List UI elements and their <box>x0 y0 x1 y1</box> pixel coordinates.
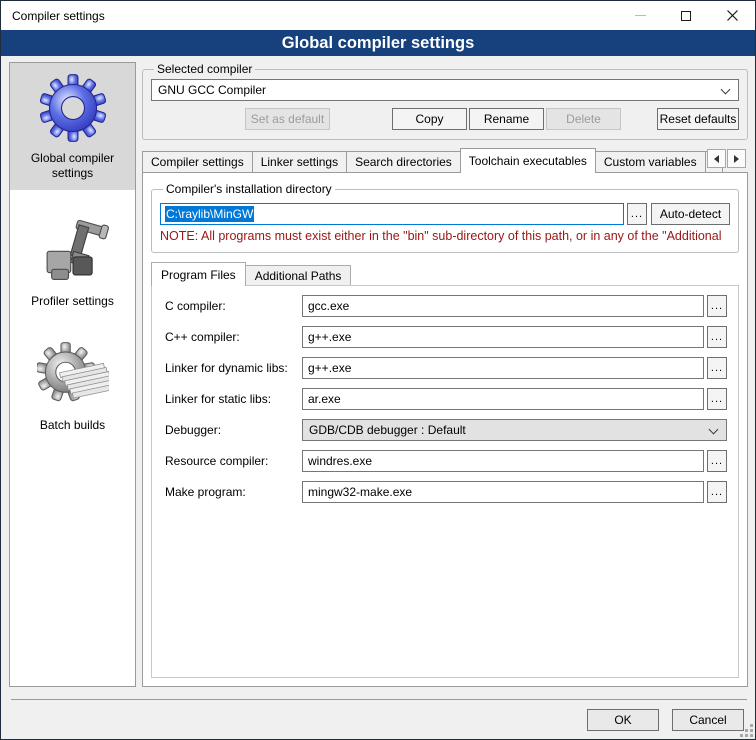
sidebar-item-label: Global compiler settings <box>14 151 131 181</box>
tab-scroll-left-button[interactable] <box>707 149 726 168</box>
chevron-down-icon <box>721 85 731 95</box>
tab-scroll-right-button[interactable] <box>727 149 746 168</box>
rename-button[interactable]: Rename <box>469 108 544 130</box>
dialog-body: Global compiler settings Profiler settin… <box>1 56 755 699</box>
close-button[interactable] <box>709 1 755 30</box>
browse-cpp-compiler-button[interactable]: ... <box>707 326 727 348</box>
toolchain-executables-page: Compiler's installation directory C:\ray… <box>142 172 748 687</box>
field-row-debugger: Debugger: GDB/CDB debugger : Default <box>165 419 727 441</box>
browse-resource-compiler-button[interactable]: ... <box>707 450 727 472</box>
field-label: C++ compiler: <box>165 330 302 344</box>
reset-defaults-button[interactable]: Reset defaults <box>657 108 739 130</box>
maximize-button[interactable] <box>663 1 709 30</box>
browse-c-compiler-button[interactable]: ... <box>707 295 727 317</box>
installation-directory-group-label: Compiler's installation directory <box>163 182 335 196</box>
linker-static-input[interactable] <box>302 388 704 410</box>
resize-grip[interactable] <box>740 724 753 737</box>
field-row-linker-static: Linker for static libs: ... <box>165 388 727 410</box>
settings-sidebar: Global compiler settings Profiler settin… <box>9 62 136 687</box>
program-files-tab-bar: Program Files Additional Paths <box>151 262 739 286</box>
selected-compiler-value: GNU GCC Compiler <box>158 83 266 97</box>
installation-directory-input[interactable]: C:\raylib\MinGW <box>160 203 624 225</box>
sidebar-item-profiler-settings[interactable]: Profiler settings <box>10 202 135 318</box>
sidebar-item-label: Batch builds <box>40 418 105 433</box>
dialog-footer: OK Cancel <box>11 699 747 739</box>
window-title: Compiler settings <box>12 9 105 23</box>
copy-button[interactable]: Copy <box>392 108 467 130</box>
tab-search-directories[interactable]: Search directories <box>346 151 461 173</box>
titlebar[interactable]: Compiler settings <box>1 1 755 30</box>
resource-compiler-input[interactable] <box>302 450 704 472</box>
browse-make-program-button[interactable]: ... <box>707 481 727 503</box>
compiler-settings-window: Compiler settings Global compiler settin… <box>0 0 756 740</box>
selected-compiler-group-label: Selected compiler <box>154 62 255 76</box>
field-row-linker-dynamic: Linker for dynamic libs: ... <box>165 357 727 379</box>
debugger-value: GDB/CDB debugger : Default <box>309 423 466 437</box>
footer-buttons: OK Cancel <box>587 709 744 731</box>
cpp-compiler-input[interactable] <box>302 326 704 348</box>
close-icon <box>727 10 738 21</box>
chevron-down-icon <box>709 425 719 435</box>
tab-scroll-buttons <box>707 149 746 168</box>
tab-toolchain-executables[interactable]: Toolchain executables <box>460 148 596 173</box>
arrow-right-icon <box>734 155 739 163</box>
selected-compiler-group: Selected compiler GNU GCC Compiler Set a… <box>142 62 748 140</box>
field-label: Linker for static libs: <box>165 392 302 406</box>
minimize-button[interactable] <box>617 1 663 30</box>
batch-builds-icon <box>37 339 109 411</box>
sidebar-item-global-compiler-settings[interactable]: Global compiler settings <box>10 63 135 190</box>
debugger-combobox[interactable]: GDB/CDB debugger : Default <box>302 419 727 441</box>
field-row-c-compiler: C compiler: ... <box>165 295 727 317</box>
field-label: Resource compiler: <box>165 454 302 468</box>
make-program-input[interactable] <box>302 481 704 503</box>
selected-compiler-combobox[interactable]: GNU GCC Compiler <box>151 79 739 101</box>
blue-gear-icon <box>38 72 108 144</box>
field-row-make-program: Make program: ... <box>165 481 727 503</box>
field-label: Linker for dynamic libs: <box>165 361 302 375</box>
delete-button[interactable]: Delete <box>546 108 621 130</box>
installation-directory-value: C:\raylib\MinGW <box>165 206 254 222</box>
arrow-left-icon <box>714 155 719 163</box>
browse-linker-static-button[interactable]: ... <box>707 388 727 410</box>
cancel-button[interactable]: Cancel <box>672 709 744 731</box>
caption-buttons <box>617 1 755 30</box>
field-label: C compiler: <box>165 299 302 313</box>
sidebar-item-label: Profiler settings <box>31 294 114 309</box>
main-panel: Selected compiler GNU GCC Compiler Set a… <box>142 62 748 687</box>
set-as-default-button[interactable]: Set as default <box>245 108 330 130</box>
auto-detect-button[interactable]: Auto-detect <box>651 203 730 225</box>
tab-linker-settings[interactable]: Linker settings <box>252 151 347 173</box>
tab-program-files[interactable]: Program Files <box>151 262 246 286</box>
minimize-icon <box>635 15 646 16</box>
field-row-resource-compiler: Resource compiler: ... <box>165 450 727 472</box>
c-compiler-input[interactable] <box>302 295 704 317</box>
installation-directory-group: Compiler's installation directory C:\ray… <box>151 182 739 253</box>
tab-additional-paths[interactable]: Additional Paths <box>245 265 352 286</box>
tab-custom-variables[interactable]: Custom variables <box>595 151 706 173</box>
maximize-icon <box>681 11 691 21</box>
ok-button[interactable]: OK <box>587 709 659 731</box>
linker-dynamic-input[interactable] <box>302 357 704 379</box>
tab-compiler-settings[interactable]: Compiler settings <box>142 151 253 173</box>
page-title: Global compiler settings <box>1 30 755 56</box>
field-label: Debugger: <box>165 423 302 437</box>
sidebar-item-batch-builds[interactable]: Batch builds <box>10 330 135 442</box>
field-label: Make program: <box>165 485 302 499</box>
browse-directory-button[interactable]: ... <box>627 203 647 225</box>
settings-tab-bar: Compiler settings Linker settings Search… <box>142 148 748 173</box>
note-text: NOTE: All programs must exist either in … <box>160 229 730 243</box>
browse-linker-dynamic-button[interactable]: ... <box>707 357 727 379</box>
installation-directory-row: C:\raylib\MinGW ... Auto-detect <box>160 203 730 225</box>
program-files-page: C compiler: ... C++ compiler: ... Linker… <box>151 285 739 678</box>
profiler-caliper-icon <box>37 211 109 287</box>
field-row-cpp-compiler: C++ compiler: ... <box>165 326 727 348</box>
compiler-buttons-row: Set as default Copy Rename Delete Reset … <box>151 108 739 130</box>
